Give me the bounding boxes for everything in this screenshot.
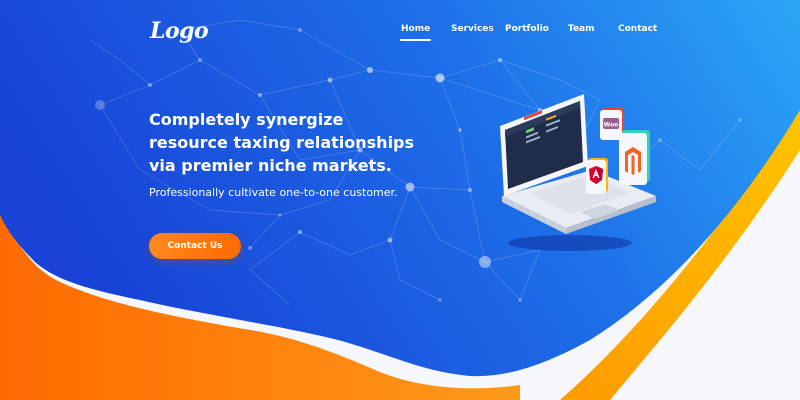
hero-subtitle: Professionally cultivate one-to-one cust… [149, 186, 398, 199]
nav-contact[interactable]: Contact [618, 24, 657, 34]
woo-badge-text: Woo [604, 122, 619, 129]
nav-portfolio[interactable]: Portfolio [505, 24, 549, 34]
main-nav: Home Services Portfolio Team Contact [0, 24, 800, 44]
magento-icon [619, 130, 650, 185]
nav-team[interactable]: Team [568, 24, 595, 34]
landing-page: Logo Home Services Portfolio Team Contac… [0, 0, 800, 400]
hero-title: Completely synergize resource taxing rel… [149, 110, 415, 175]
angular-icon [586, 158, 608, 194]
laptop-illustration: Woo [500, 94, 656, 251]
nav-home[interactable]: Home [399, 24, 432, 41]
contact-us-button[interactable]: Contact Us [149, 233, 241, 259]
hero-background [0, 0, 800, 400]
nav-services[interactable]: Services [451, 24, 494, 34]
laptop-shadow [508, 235, 632, 251]
